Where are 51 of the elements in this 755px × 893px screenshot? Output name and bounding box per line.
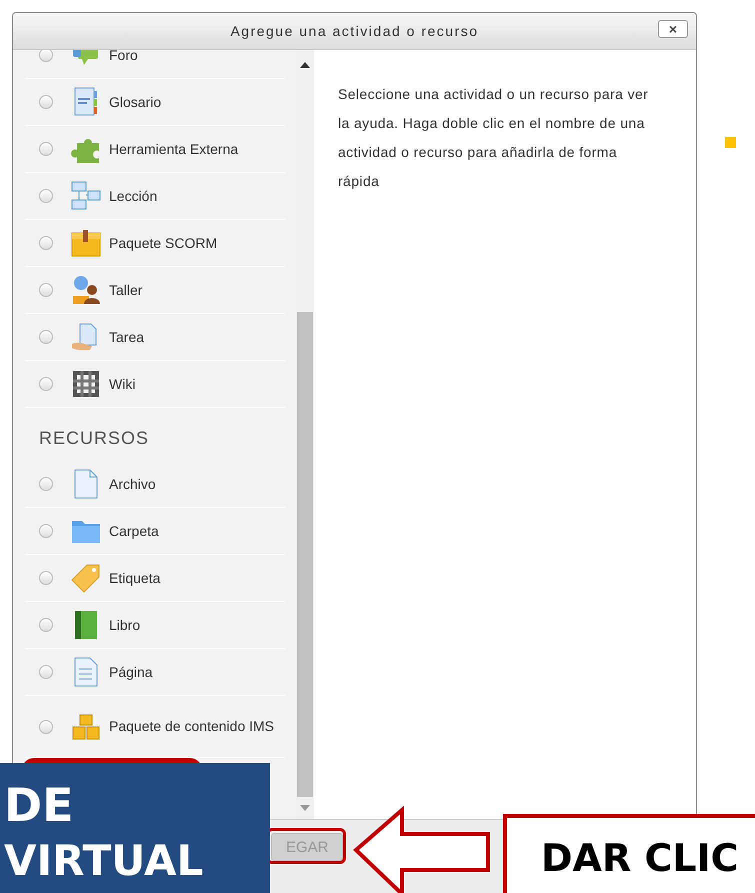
radio-button[interactable]	[39, 571, 53, 585]
radio-button[interactable]	[39, 142, 53, 156]
radio-button[interactable]	[39, 50, 53, 62]
callout-text: DAR CLIC	[541, 836, 739, 880]
item-label[interactable]: Etiqueta	[109, 566, 279, 590]
radio-button[interactable]	[39, 477, 53, 491]
item-label[interactable]: Carpeta	[109, 518, 279, 544]
radio-button[interactable]	[39, 189, 53, 203]
radio-button[interactable]	[39, 330, 53, 344]
stacked-boxes-icon	[71, 712, 101, 740]
item-label[interactable]: Paquete de contenido IMS	[109, 714, 279, 739]
item-label[interactable]: Paquete SCORM	[109, 230, 279, 256]
box-icon	[71, 229, 101, 257]
item-label[interactable]: Archivo	[109, 472, 279, 496]
item-label[interactable]: Foro	[109, 50, 279, 68]
speech-bubble-icon	[72, 50, 100, 67]
item-label[interactable]: Lección	[109, 184, 279, 208]
folder-icon	[71, 518, 101, 544]
radio-button[interactable]	[39, 95, 53, 109]
scroll-up-icon[interactable]	[300, 62, 310, 68]
page-icon	[73, 657, 99, 687]
radio-button[interactable]	[39, 665, 53, 679]
item-label[interactable]: Tarea	[109, 324, 279, 350]
flowchart-icon	[71, 181, 101, 211]
scroll-down-icon[interactable]	[300, 805, 310, 811]
item-label[interactable]: Taller	[109, 278, 279, 302]
item-label[interactable]: Glosario	[109, 90, 279, 114]
wiki-knot-icon	[71, 369, 101, 399]
item-label[interactable]: Wiki	[109, 372, 279, 396]
radio-button[interactable]	[39, 236, 53, 250]
closed-book-icon	[73, 610, 99, 640]
radio-button[interactable]	[39, 618, 53, 632]
tag-icon	[71, 563, 101, 593]
dialog-title: Agregue una actividad o recurso	[230, 23, 479, 39]
help-text: Seleccione una actividad o un recurso para ver la ayuda. Haga doble clic en el nombre de una actividad o recurso para añadirla de forma rápida	[338, 85, 650, 191]
radio-button[interactable]	[39, 377, 53, 391]
radio-button[interactable]	[39, 720, 53, 734]
banner-text: DE	[4, 777, 74, 833]
banner-text: VIRTUAL	[4, 835, 204, 887]
bullet-icon	[725, 137, 736, 148]
people-icon	[71, 275, 101, 305]
section-heading: RECURSOS	[38, 427, 150, 450]
close-button[interactable]: ×	[658, 20, 688, 38]
scrollbar[interactable]	[296, 50, 314, 819]
item-label[interactable]: Libro	[109, 612, 279, 638]
glossary-book-icon	[74, 87, 98, 117]
document-icon	[73, 469, 99, 499]
radio-button[interactable]	[39, 524, 53, 538]
item-label[interactable]: Herramienta Externa	[109, 136, 279, 162]
item-label[interactable]: Página	[109, 660, 279, 684]
radio-button[interactable]	[39, 283, 53, 297]
